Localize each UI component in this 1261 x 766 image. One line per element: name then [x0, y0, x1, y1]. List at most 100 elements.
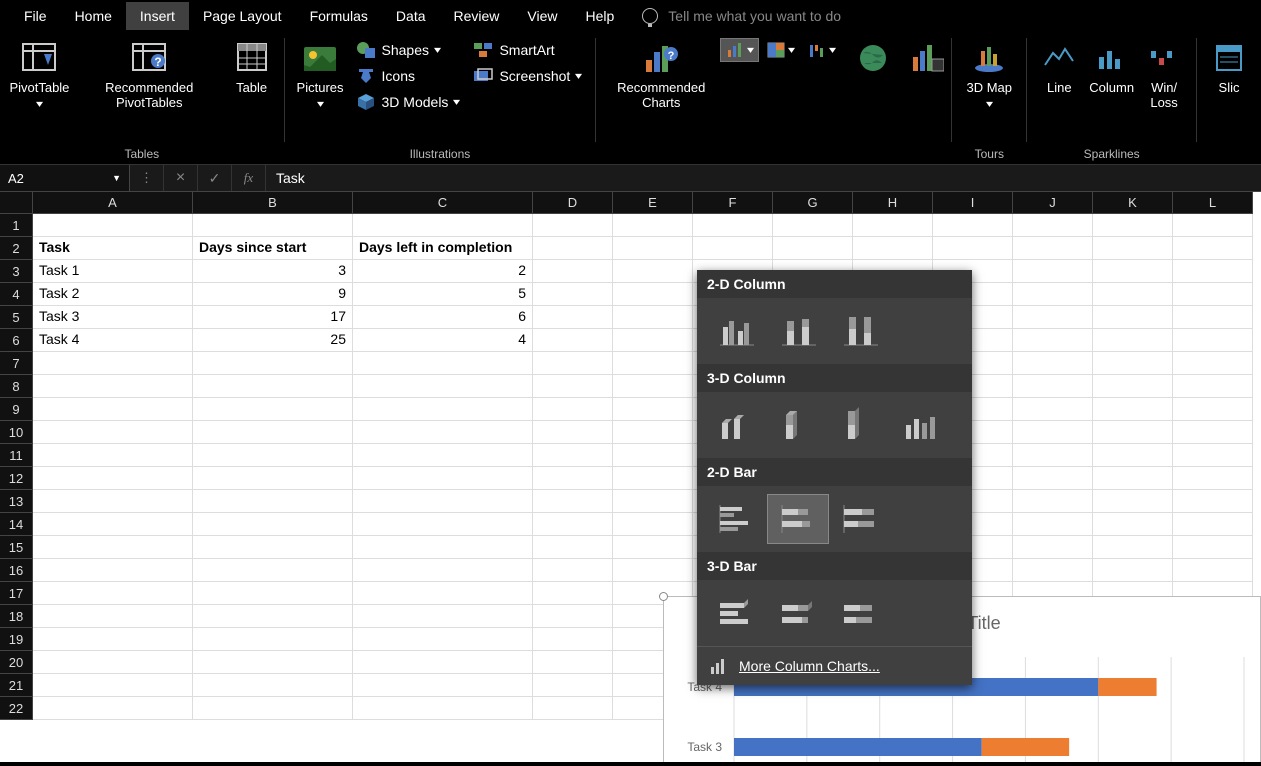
shapes-button[interactable]: Shapes ▾ [350, 38, 466, 62]
cell[interactable]: 3 [193, 260, 353, 283]
cell[interactable] [613, 490, 693, 513]
cell[interactable] [33, 628, 193, 651]
cell[interactable] [1173, 237, 1253, 260]
cell[interactable] [533, 582, 613, 605]
cell[interactable] [533, 329, 613, 352]
cell[interactable] [533, 398, 613, 421]
cell[interactable]: Days since start [193, 237, 353, 260]
cell[interactable] [33, 490, 193, 513]
3d-stacked-100-bar-option[interactable] [829, 588, 891, 638]
cell[interactable] [33, 559, 193, 582]
cell[interactable] [1173, 421, 1253, 444]
cell[interactable] [533, 536, 613, 559]
3d-stacked-100-column-option[interactable] [829, 400, 891, 450]
cell[interactable] [33, 444, 193, 467]
column-header[interactable]: K [1093, 192, 1173, 214]
cell[interactable] [613, 329, 693, 352]
cell[interactable] [193, 605, 353, 628]
cell[interactable] [1173, 352, 1253, 375]
column-header[interactable]: F [693, 192, 773, 214]
cell[interactable] [533, 352, 613, 375]
cell[interactable] [193, 651, 353, 674]
cell[interactable] [613, 260, 693, 283]
stacked-column-option[interactable] [767, 306, 829, 356]
name-box[interactable]: A2 ▼ [0, 165, 130, 191]
row-header[interactable]: 6 [0, 329, 33, 352]
cell[interactable] [773, 237, 853, 260]
stacked-bar-option[interactable] [767, 494, 829, 544]
cell[interactable] [533, 375, 613, 398]
cell[interactable] [1093, 329, 1173, 352]
cell[interactable] [193, 628, 353, 651]
smartart-button[interactable]: SmartArt [467, 38, 587, 62]
cell[interactable] [353, 513, 533, 536]
cell[interactable] [193, 352, 353, 375]
cell[interactable] [533, 237, 613, 260]
cell[interactable] [1173, 490, 1253, 513]
cell[interactable]: Task 4 [33, 329, 193, 352]
cell[interactable] [1013, 421, 1093, 444]
column-header[interactable]: A [33, 192, 193, 214]
column-chart-dropdown[interactable]: ▾ [720, 38, 759, 62]
cell[interactable] [1093, 444, 1173, 467]
cell[interactable] [1093, 214, 1173, 237]
cell[interactable] [1173, 444, 1253, 467]
cell[interactable] [33, 398, 193, 421]
cell[interactable] [1013, 237, 1093, 260]
cell[interactable] [1173, 536, 1253, 559]
cell[interactable] [33, 536, 193, 559]
cell[interactable] [1013, 467, 1093, 490]
cell[interactable]: Task 3 [33, 306, 193, 329]
row-header[interactable]: 12 [0, 467, 33, 490]
cell[interactable] [1093, 467, 1173, 490]
cell[interactable] [353, 214, 533, 237]
cell[interactable] [353, 375, 533, 398]
cell[interactable] [613, 237, 693, 260]
cell[interactable] [353, 398, 533, 421]
cell[interactable] [613, 352, 693, 375]
cell[interactable] [693, 214, 773, 237]
cell[interactable] [33, 605, 193, 628]
3d-clustered-bar-option[interactable] [705, 588, 767, 638]
row-header[interactable]: 5 [0, 306, 33, 329]
table-button[interactable]: Table [228, 36, 276, 112]
tab-help[interactable]: Help [572, 2, 629, 30]
cell[interactable] [193, 214, 353, 237]
cell[interactable] [193, 697, 353, 720]
cell[interactable]: Task 1 [33, 260, 193, 283]
cell[interactable] [1013, 352, 1093, 375]
cell[interactable] [533, 559, 613, 582]
cell[interactable] [1013, 306, 1093, 329]
cell[interactable] [193, 490, 353, 513]
cell[interactable] [533, 214, 613, 237]
cell[interactable] [353, 444, 533, 467]
cell[interactable] [1093, 398, 1173, 421]
row-header[interactable]: 8 [0, 375, 33, 398]
cell[interactable] [1093, 375, 1173, 398]
column-header[interactable]: I [933, 192, 1013, 214]
cell[interactable] [33, 674, 193, 697]
cell[interactable] [853, 237, 933, 260]
cell[interactable] [353, 421, 533, 444]
clustered-bar-option[interactable] [705, 494, 767, 544]
cell[interactable] [533, 674, 613, 697]
cell[interactable] [1173, 306, 1253, 329]
row-header[interactable]: 22 [0, 697, 33, 720]
tab-home[interactable]: Home [61, 2, 126, 30]
row-header[interactable]: 4 [0, 283, 33, 306]
cell[interactable] [353, 559, 533, 582]
cell[interactable] [1093, 536, 1173, 559]
cell[interactable]: Task [33, 237, 193, 260]
3d-map-button[interactable]: 3D Map ▾ [960, 36, 1018, 112]
cell[interactable] [1173, 513, 1253, 536]
cell[interactable] [1013, 559, 1093, 582]
cell[interactable] [33, 513, 193, 536]
cell[interactable] [193, 559, 353, 582]
cell[interactable] [1173, 559, 1253, 582]
cell[interactable] [33, 375, 193, 398]
cell[interactable] [193, 674, 353, 697]
cell[interactable] [613, 513, 693, 536]
sparkline-line-button[interactable]: Line [1035, 36, 1083, 110]
cell[interactable] [533, 444, 613, 467]
screenshot-button[interactable]: Screenshot ▾ [467, 64, 587, 88]
